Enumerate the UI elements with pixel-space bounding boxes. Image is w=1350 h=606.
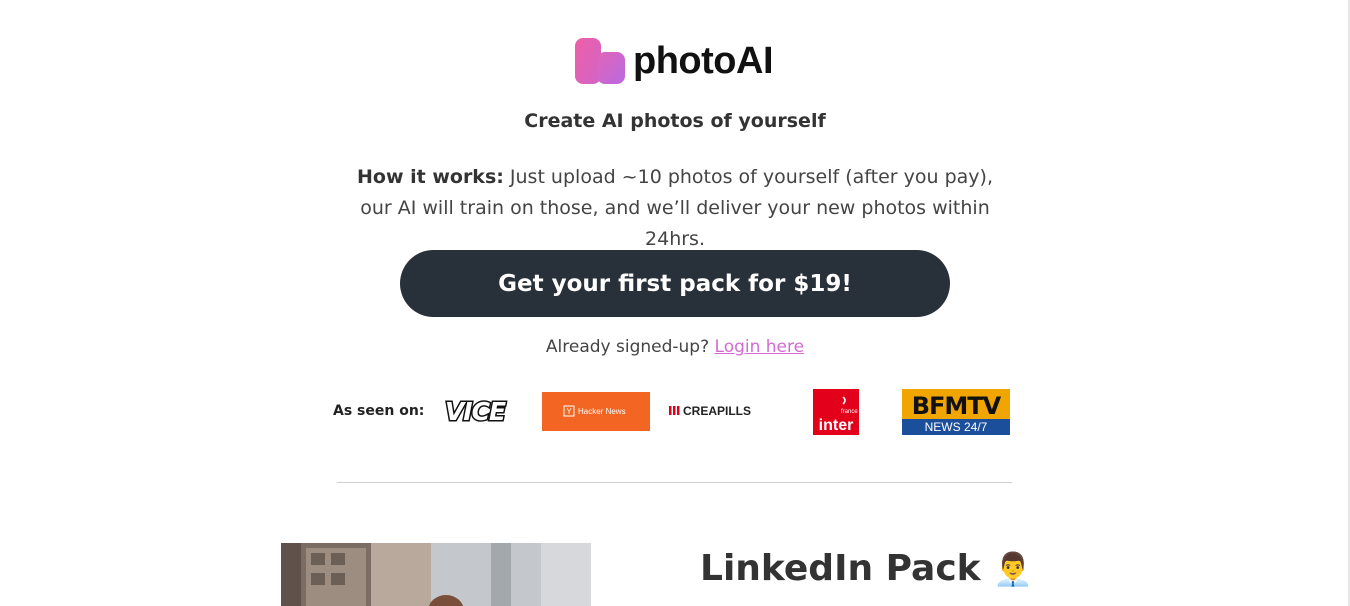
hacker-news-wordmark: Hacker News <box>578 407 626 416</box>
signin-text: Already signed-up? <box>545 337 710 357</box>
pack-title-text: LinkedIn Pack <box>700 548 981 589</box>
france-inter-small: france <box>841 409 858 415</box>
france-inter-logo[interactable]: france inter <box>813 389 859 435</box>
as-seen-on-label: As seen on: <box>333 403 425 419</box>
vice-wordmark: VICE <box>445 397 506 426</box>
creapills-logo[interactable]: CREAPILLS <box>667 399 767 423</box>
pack-description-cutoff <box>700 596 1000 606</box>
section-divider <box>337 482 1012 483</box>
linkedin-pack-photo <box>281 543 591 606</box>
bfmtv-logo-icon: BFMTV NEWS 24/7 <box>902 389 1010 435</box>
creapills-wordmark: CREAPILLS <box>683 404 751 418</box>
brand-logo[interactable]: photoAI <box>575 36 774 86</box>
bfmtv-logo[interactable]: BFMTV NEWS 24/7 <box>902 389 1010 435</box>
linkedin-pack-photo-image <box>281 543 591 606</box>
hacker-news-logo-icon: Y Hacker News <box>563 405 626 417</box>
bfmtv-small: NEWS 24/7 <box>925 420 988 434</box>
hacker-news-logo[interactable]: Y Hacker News <box>542 392 650 431</box>
tagline: Create AI photos of yourself <box>524 110 826 132</box>
brand-name: photoAI <box>633 39 774 82</box>
login-link[interactable]: Login here <box>715 337 805 357</box>
how-it-works: How it works: Just upload ~10 photos of … <box>345 162 1005 255</box>
creapills-logo-icon: CREAPILLS <box>669 404 751 418</box>
vice-logo-icon: VICE <box>443 396 508 428</box>
france-inter-logo-icon: france inter <box>819 396 858 434</box>
how-it-works-label: How it works: <box>357 166 504 188</box>
svg-text:Y: Y <box>566 407 572 416</box>
france-inter-wordmark: inter <box>819 417 854 434</box>
photoai-logo-icon <box>575 38 625 84</box>
vice-logo[interactable]: VICE <box>433 395 518 428</box>
linkedin-pack-title: LinkedIn Pack 👨‍💼 <box>700 548 1033 589</box>
bfmtv-wordmark: BFMTV <box>912 392 1002 420</box>
signin-prompt: Already signed-up? Login here <box>0 337 1350 357</box>
buy-pack-button[interactable]: Get your first pack for $19! <box>400 250 950 317</box>
businessman-emoji-icon: 👨‍💼 <box>993 550 1034 588</box>
